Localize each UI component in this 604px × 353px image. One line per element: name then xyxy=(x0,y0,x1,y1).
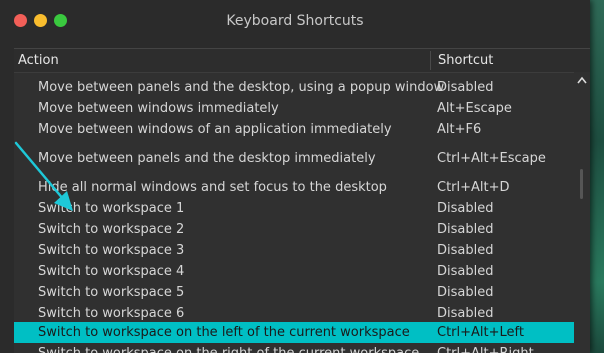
scrollbar-thumb[interactable] xyxy=(580,169,583,199)
table-header: Action Shortcut xyxy=(14,49,590,73)
table-row[interactable]: Switch to workspace 5 Disabled xyxy=(14,282,574,303)
shortcut-value[interactable]: Alt+F6 xyxy=(437,122,481,137)
title-bar: Keyboard Shortcuts xyxy=(0,0,590,44)
action-label: Switch to workspace 2 xyxy=(38,222,185,237)
scrollbar[interactable] xyxy=(574,72,590,353)
shortcut-value[interactable]: Disabled xyxy=(437,201,493,216)
action-label: Move between windows immediately xyxy=(38,101,279,116)
column-header-action[interactable]: Action xyxy=(18,53,59,68)
table-row[interactable]: Switch to workspace 1 Disabled xyxy=(14,198,574,219)
table-row[interactable]: Switch to workspace on the right of the … xyxy=(14,343,574,353)
window-title: Keyboard Shortcuts xyxy=(226,13,364,29)
action-label: Move between windows of an application i… xyxy=(38,122,392,137)
action-label: Switch to workspace 1 xyxy=(38,201,185,216)
table-row[interactable]: Switch to workspace 4 Disabled xyxy=(14,261,574,282)
shortcut-value[interactable]: Ctrl+Alt+Escape xyxy=(437,151,546,166)
keyboard-shortcuts-window: Keyboard Shortcuts Move between panels a… xyxy=(0,0,590,353)
shortcut-value[interactable]: Disabled xyxy=(437,285,493,300)
shortcut-value[interactable]: Alt+Escape xyxy=(437,101,512,116)
shortcut-value[interactable]: Disabled xyxy=(437,80,493,95)
table-row[interactable]: Hide all normal windows and set focus to… xyxy=(14,177,574,198)
shortcuts-list: Move between panels and the desktop, usi… xyxy=(14,49,574,353)
shortcut-value[interactable]: Ctrl+Alt+Right xyxy=(437,346,534,353)
action-label: Switch to workspace on the right of the … xyxy=(38,346,419,353)
action-label: Move between panels and the desktop imme… xyxy=(38,151,376,166)
action-label: Hide all normal windows and set focus to… xyxy=(38,180,387,195)
shortcut-value[interactable]: Ctrl+Alt+D xyxy=(437,180,510,195)
action-label: Switch to workspace 6 xyxy=(38,306,185,321)
shortcut-value[interactable]: Disabled xyxy=(437,243,493,258)
shortcuts-table: Move between panels and the desktop, usi… xyxy=(14,48,590,353)
table-row[interactable]: Switch to workspace 6 Disabled xyxy=(14,303,574,324)
column-divider[interactable] xyxy=(430,51,431,70)
shortcut-value[interactable]: Ctrl+Alt+Left xyxy=(437,325,524,340)
table-row[interactable]: Move between windows of an application i… xyxy=(14,119,574,140)
action-label: Switch to workspace on the left of the c… xyxy=(38,325,410,340)
table-row[interactable]: Move between panels and the desktop, usi… xyxy=(14,77,574,98)
desktop-background xyxy=(590,0,604,353)
table-row-selected[interactable]: Switch to workspace on the left of the c… xyxy=(14,322,574,343)
table-row[interactable]: Move between panels and the desktop imme… xyxy=(14,148,574,169)
action-label: Switch to workspace 4 xyxy=(38,264,185,279)
action-label: Move between panels and the desktop, usi… xyxy=(38,80,445,95)
shortcut-value[interactable]: Disabled xyxy=(437,264,493,279)
table-row[interactable]: Switch to workspace 3 Disabled xyxy=(14,240,574,261)
column-header-shortcut[interactable]: Shortcut xyxy=(438,53,493,68)
table-row[interactable]: Switch to workspace 2 Disabled xyxy=(14,219,574,240)
chevron-up-icon[interactable] xyxy=(576,73,588,87)
shortcut-value[interactable]: Disabled xyxy=(437,306,493,321)
shortcut-value[interactable]: Disabled xyxy=(437,222,493,237)
action-label: Switch to workspace 3 xyxy=(38,243,185,258)
table-row[interactable]: Move between windows immediately Alt+Esca… xyxy=(14,98,574,119)
action-label: Switch to workspace 5 xyxy=(38,285,185,300)
